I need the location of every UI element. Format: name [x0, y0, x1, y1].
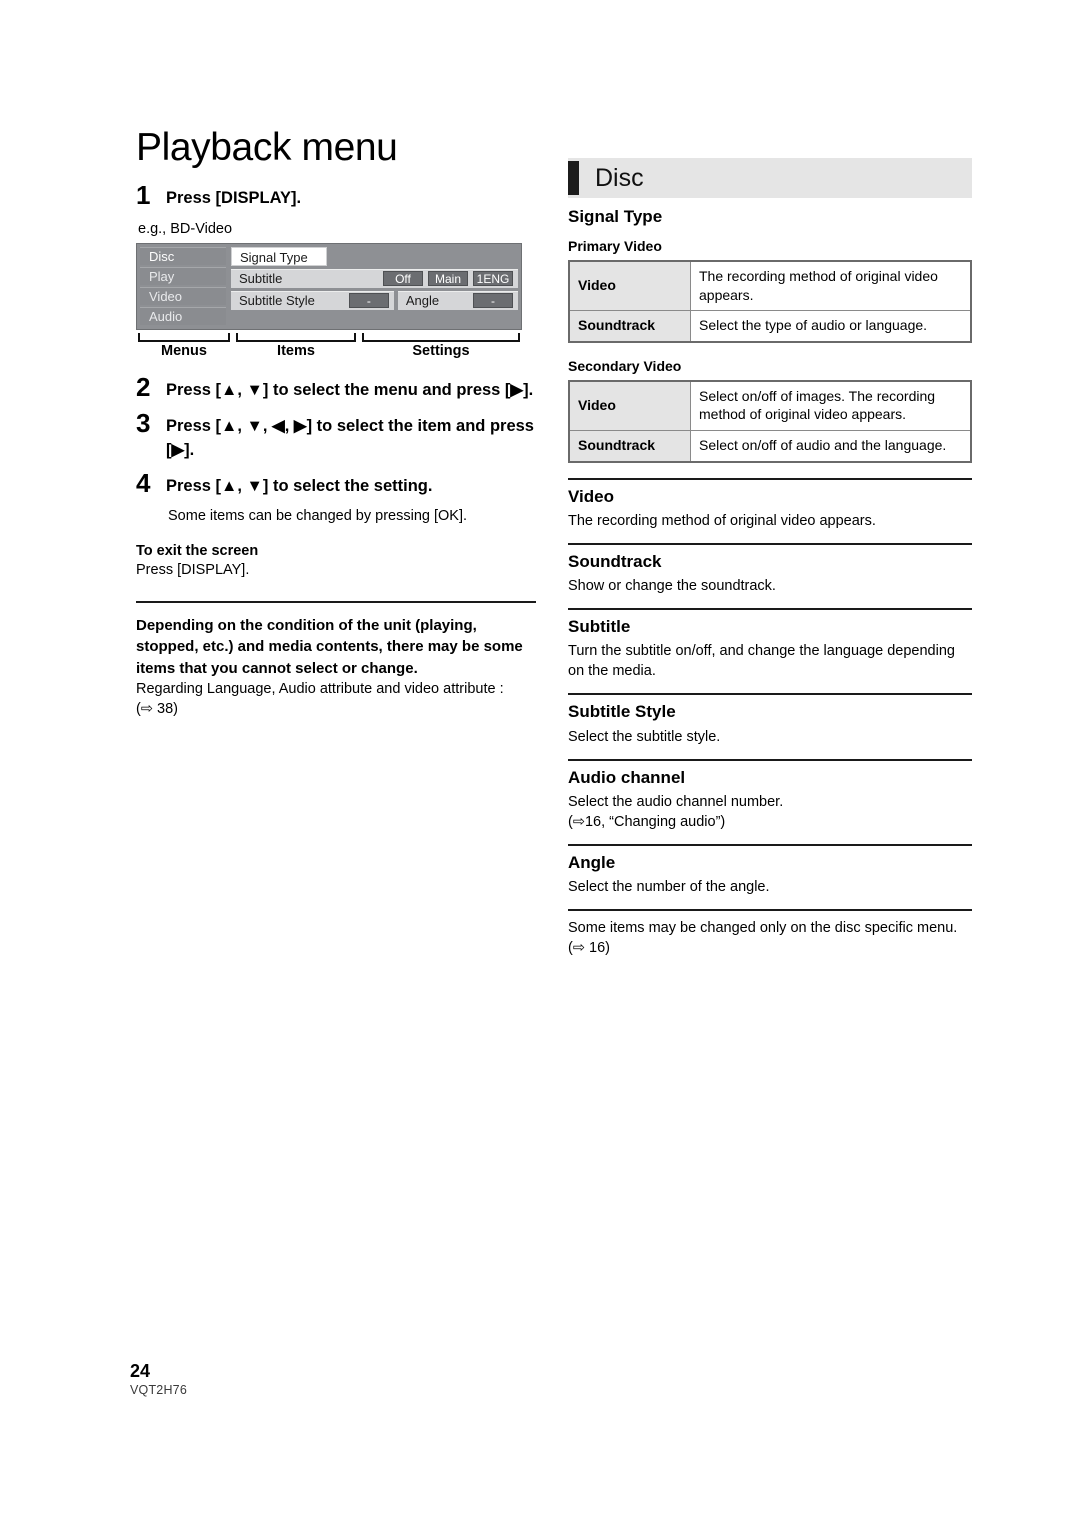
osd-item-subtitle-label: Subtitle — [239, 271, 283, 287]
disc-footer-note: Some items may be changed only on the di… — [568, 909, 972, 958]
osd-setting-subtitle-main[interactable]: Main — [428, 271, 468, 287]
section-soundtrack: Soundtrack Show or change the soundtrack… — [568, 542, 972, 596]
bracket-label-menus: Menus — [161, 342, 207, 359]
section-audio-channel-heading: Audio channel — [568, 767, 686, 787]
osd-items-column: Signal Type Subtitle Off Main 1ENG Subti… — [231, 246, 518, 325]
step-3-text: Press [▲, ▼, ◀, ▶] to select the item an… — [166, 416, 534, 459]
page-title: Playback menu — [136, 126, 398, 169]
bracket-settings — [362, 332, 520, 342]
step-2: 2 Press [▲, ▼] to select the menu and pr… — [136, 371, 536, 403]
osd-setting-subtitle-off[interactable]: Off — [383, 271, 423, 287]
osd-row-subtitle: Subtitle Off Main 1ENG — [231, 268, 518, 288]
primary-video-key-video: Video — [569, 260, 691, 312]
primary-video-key-soundtrack: Soundtrack — [569, 310, 691, 343]
osd-item-subtitle-style-label: Subtitle Style — [239, 293, 315, 309]
osd-menu-item-video[interactable]: Video — [140, 286, 226, 305]
exit-screen-body: Press [DISPLAY]. — [136, 562, 250, 579]
diagram-bracket-callouts: Menus Items Settings — [136, 332, 522, 363]
osd-menu-item-audio[interactable]: Audio — [140, 306, 226, 325]
osd-item-angle-label: Angle — [405, 293, 440, 309]
primary-video-value-soundtrack: Select the type of audio or language. — [690, 310, 971, 343]
step-4: 4 Press [▲, ▼] to select the setting. — [136, 467, 536, 499]
section-angle-body: Select the number of the angle. — [568, 879, 770, 896]
step-2-text: Press [▲, ▼] to select the menu and pres… — [166, 380, 534, 399]
step-1-number: 1 — [136, 179, 151, 210]
step-1-text: Press [DISPLAY]. — [166, 188, 302, 207]
osd-setting-subtitle-style-value[interactable]: - — [348, 293, 389, 309]
primary-video-caption: Primary Video — [568, 238, 662, 255]
exit-screen-heading: To exit the screen — [136, 542, 259, 559]
osd-item-angle-bar: Angle - — [397, 290, 518, 310]
section-audio-channel: Audio channel Select the audio channel n… — [568, 758, 972, 832]
osd-row-signal-type: Signal Type — [231, 246, 518, 266]
osd-item-subtitle-bar: Subtitle Off Main 1ENG — [231, 268, 518, 288]
step-2-number: 2 — [136, 371, 151, 402]
primary-video-value-video: The recording method of original video a… — [690, 260, 971, 312]
bracket-label-settings: Settings — [412, 342, 470, 359]
osd-diagram: Disc Play Video Audio Signal Type Subtit… — [136, 242, 522, 330]
section-accent-bar-icon — [568, 161, 579, 195]
secondary-video-value-video: Select on/off of images. The recording m… — [690, 380, 971, 432]
section-audio-channel-body: Select the audio channel number. (⇨16, “… — [568, 793, 784, 830]
secondary-video-key-soundtrack: Soundtrack — [569, 430, 691, 463]
osd-row-subtitle-style-angle: Subtitle Style - Angle - — [231, 290, 518, 310]
document-code: VQT2H76 — [130, 1382, 187, 1397]
section-subtitle-style-heading: Subtitle Style — [568, 702, 676, 722]
condition-note-bold: Depending on the condition of the unit (… — [136, 616, 523, 677]
right-column: Disc Signal Type Primary Video Video The… — [568, 158, 972, 958]
section-subtitle: Subtitle Turn the subtitle on/off, and c… — [568, 608, 972, 681]
step-4-number: 4 — [136, 467, 151, 498]
table-row: Video Select on/off of images. The recor… — [569, 380, 971, 432]
section-subtitle-heading: Subtitle — [568, 617, 631, 637]
bracket-label-items: Items — [277, 342, 315, 359]
disc-section-title: Disc — [595, 163, 644, 192]
step-1: 1 Press [DISPLAY]. — [136, 179, 536, 211]
osd-item-signal-type[interactable]: Signal Type — [231, 246, 327, 266]
section-subtitle-style: Subtitle Style Select the subtitle style… — [568, 693, 972, 746]
page-footer: 24 VQT2H76 — [130, 1361, 187, 1398]
section-subtitle-style-body: Select the subtitle style. — [568, 728, 721, 745]
secondary-video-key-video: Video — [569, 380, 691, 432]
osd-setting-angle-value[interactable]: - — [473, 293, 513, 309]
section-angle-heading: Angle — [568, 852, 616, 872]
manual-page: Playback menu 1 Press [DISPLAY]. e.g., B… — [0, 0, 1080, 1528]
section-subtitle-body: Turn the subtitle on/off, and change the… — [568, 643, 955, 680]
table-row: Video The recording method of original v… — [569, 260, 971, 312]
left-column: Playback menu 1 Press [DISPLAY]. e.g., B… — [136, 126, 536, 720]
osd-menu-item-disc[interactable]: Disc — [140, 246, 226, 265]
bracket-items — [236, 332, 356, 342]
osd-setting-subtitle-lang[interactable]: 1ENG — [473, 271, 513, 287]
secondary-video-caption: Secondary Video — [568, 358, 682, 375]
diagram-caption: e.g., BD-Video — [138, 220, 233, 237]
step-3: 3 Press [▲, ▼, ◀, ▶] to select the item … — [136, 407, 536, 463]
section-video-body: The recording method of original video a… — [568, 512, 876, 529]
step-4-note: Some items can be changed by pressing [O… — [168, 507, 468, 524]
condition-note-reference: (⇨ 38) — [136, 701, 178, 718]
condition-note-plain: Regarding Language, Audio attribute and … — [136, 680, 504, 697]
secondary-video-value-soundtrack: Select on/off of audio and the language. — [690, 430, 971, 463]
step-4-text: Press [▲, ▼] to select the setting. — [166, 476, 433, 495]
osd-menu-item-play[interactable]: Play — [140, 266, 226, 285]
step-3-number: 3 — [136, 407, 151, 438]
section-angle: Angle Select the number of the angle. — [568, 843, 972, 897]
section-video: Video The recording method of original v… — [568, 477, 972, 531]
table-row: Soundtrack Select the type of audio or l… — [569, 310, 971, 343]
secondary-video-table: Video Select on/off of images. The recor… — [568, 379, 972, 463]
osd-menu-column: Disc Play Video Audio — [140, 246, 226, 325]
section-video-heading: Video — [568, 486, 614, 506]
primary-video-table: Video The recording method of original v… — [568, 260, 972, 344]
osd-item-subtitle-style-bar: Subtitle Style - — [231, 290, 394, 310]
page-number: 24 — [130, 1361, 151, 1381]
left-divider — [136, 600, 536, 603]
signal-type-heading: Signal Type — [568, 207, 663, 226]
section-soundtrack-heading: Soundtrack — [568, 551, 662, 571]
section-soundtrack-body: Show or change the soundtrack. — [568, 578, 776, 595]
table-row: Soundtrack Select on/off of audio and th… — [569, 430, 971, 463]
disc-section-header: Disc — [568, 158, 972, 198]
bracket-menus — [138, 332, 230, 342]
